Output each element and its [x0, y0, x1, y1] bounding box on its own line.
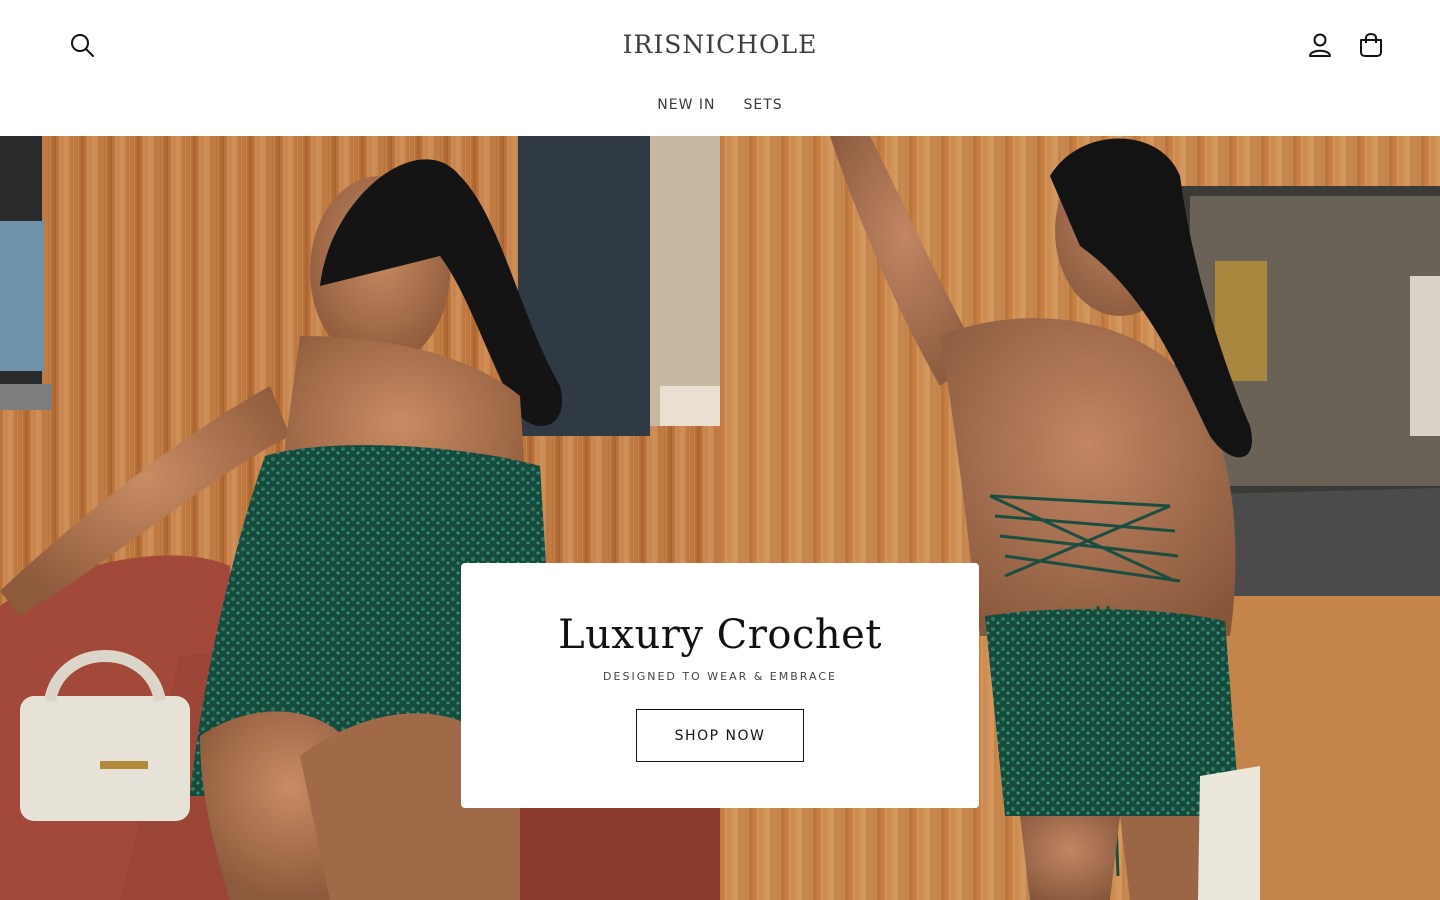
- account-button[interactable]: [1298, 23, 1342, 67]
- hero-content-card: Luxury Crochet DESIGNED TO WEAR & EMBRAC…: [461, 563, 979, 808]
- hero-banner: Luxury Crochet DESIGNED TO WEAR & EMBRAC…: [0, 136, 1440, 900]
- cart-button[interactable]: [1349, 23, 1393, 67]
- hero-subtitle: DESIGNED TO WEAR & EMBRACE: [603, 670, 837, 683]
- nav-item-new-in[interactable]: NEW IN: [657, 94, 715, 116]
- hero-title: Luxury Crochet: [558, 612, 882, 658]
- shop-now-button[interactable]: SHOP NOW: [636, 709, 804, 762]
- cart-icon: [1360, 32, 1382, 57]
- search-icon: [71, 34, 94, 57]
- site-logo[interactable]: IRISNICHOLE: [623, 30, 818, 59]
- account-icon: [1309, 33, 1331, 57]
- nav-item-sets[interactable]: SETS: [744, 94, 783, 116]
- logo-wrapper: IRISNICHOLE: [0, 28, 1440, 62]
- site-header: IRISNICHOLE NEW IN SETS: [0, 0, 1440, 136]
- main-nav: NEW IN SETS: [0, 94, 1440, 116]
- search-button[interactable]: [60, 23, 104, 67]
